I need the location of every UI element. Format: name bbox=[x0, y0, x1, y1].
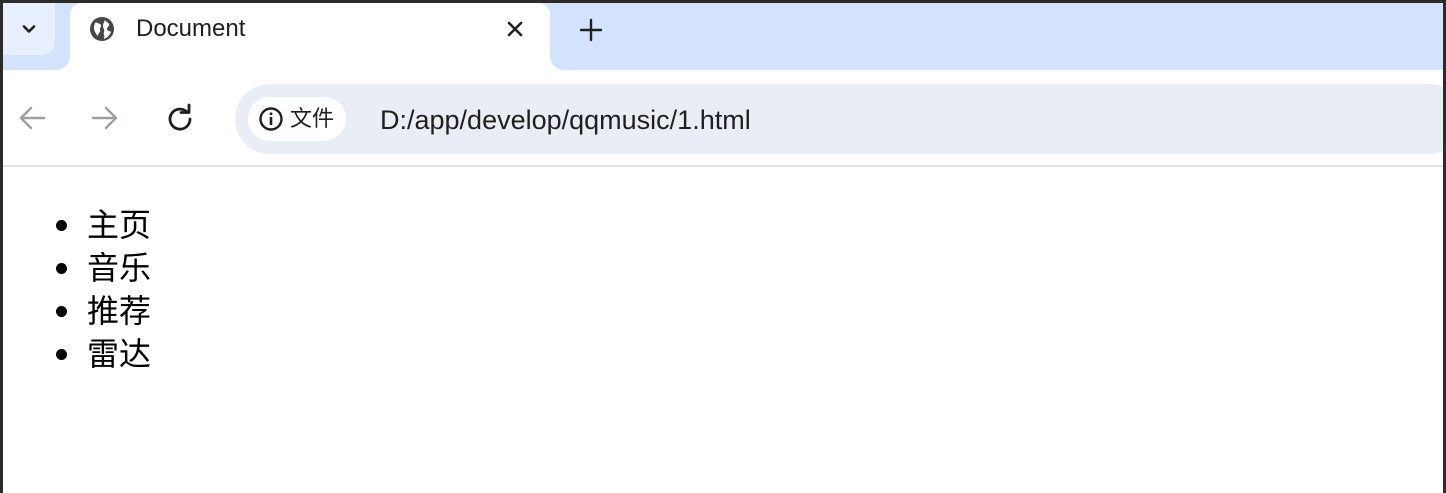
forward-button[interactable] bbox=[89, 102, 121, 134]
tab-search-button[interactable] bbox=[3, 3, 55, 55]
reload-icon bbox=[168, 103, 192, 131]
nav-list: 主页 音乐 推荐 雷达 bbox=[53, 204, 151, 376]
tab-close-button[interactable] bbox=[502, 16, 528, 42]
browser-window: Document 文件 D:/app/develop/qqmusic/1.htm… bbox=[3, 3, 1443, 493]
bullet-icon bbox=[56, 349, 67, 360]
plus-icon bbox=[579, 18, 603, 42]
toolbar: 文件 D:/app/develop/qqmusic/1.html bbox=[3, 70, 1443, 167]
new-tab-button[interactable] bbox=[577, 16, 605, 44]
list-item-label: 推荐 bbox=[87, 292, 152, 330]
site-info-chip[interactable]: 文件 bbox=[248, 97, 347, 141]
page-content: 主页 音乐 推荐 雷达 bbox=[3, 167, 1443, 493]
url-text[interactable]: D:/app/develop/qqmusic/1.html bbox=[380, 104, 751, 136]
reload-button[interactable] bbox=[164, 102, 196, 134]
bullet-icon bbox=[56, 306, 67, 317]
globe-icon bbox=[90, 17, 114, 41]
list-item: 推荐 bbox=[53, 290, 151, 333]
info-icon bbox=[259, 107, 283, 131]
arrow-left-icon bbox=[19, 106, 46, 130]
list-item-label: 主页 bbox=[87, 206, 152, 244]
chevron-down-icon bbox=[22, 25, 36, 33]
list-item: 主页 bbox=[53, 204, 151, 247]
list-item-label: 音乐 bbox=[87, 249, 152, 287]
list-item-label: 雷达 bbox=[87, 335, 152, 373]
list-item: 雷达 bbox=[53, 333, 151, 376]
bullet-icon bbox=[56, 220, 67, 231]
list-item: 音乐 bbox=[53, 247, 151, 290]
site-info-label: 文件 bbox=[290, 106, 335, 131]
back-button[interactable] bbox=[16, 102, 48, 134]
address-bar[interactable]: 文件 D:/app/develop/qqmusic/1.html bbox=[235, 84, 1443, 154]
close-icon bbox=[507, 21, 523, 37]
arrow-right-icon bbox=[91, 106, 118, 130]
tab-strip: Document bbox=[3, 3, 1443, 70]
tab-title: Document bbox=[136, 15, 246, 42]
bullet-icon bbox=[56, 263, 67, 274]
tab-active[interactable]: Document bbox=[70, 3, 550, 70]
